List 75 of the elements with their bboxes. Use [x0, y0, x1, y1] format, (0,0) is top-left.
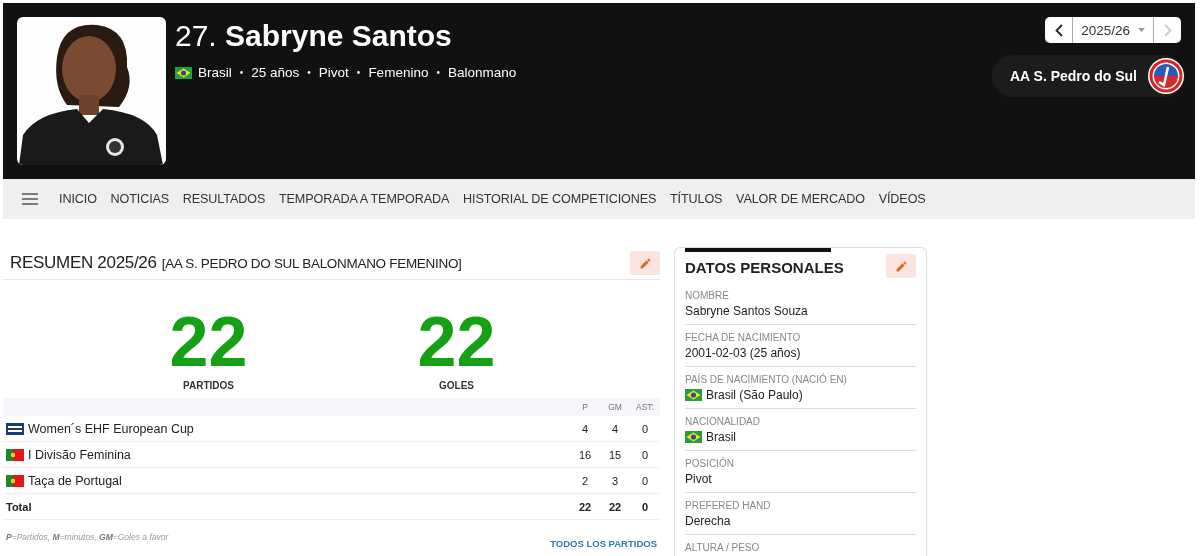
column-header: AST: [630, 398, 660, 416]
field-label: NOMBRE [685, 289, 730, 302]
stat-value: 22 [417, 310, 496, 374]
total-label: Total [3, 493, 570, 520]
meta-text: 25 años [251, 65, 300, 80]
table-cell: 4 [600, 416, 630, 442]
separator-dot: • [307, 67, 311, 78]
meta-text: Pivot [318, 65, 349, 80]
field-value: Derecha [685, 513, 731, 529]
field-value: Pivot [685, 471, 712, 487]
column-header: GM [600, 398, 630, 416]
field-value: Brasil [706, 429, 736, 445]
field-label: NACIONALIDAD [685, 415, 761, 428]
all-matches-link[interactable]: TODOS LOS PARTIDOS [550, 538, 657, 549]
player-name: 27. Sabryne Santos [175, 19, 452, 52]
field-value: Brasil (São Paulo) [706, 387, 803, 403]
table-cell: 0 [630, 441, 660, 468]
column-header: P [570, 398, 600, 416]
meta-text: Femenino [368, 65, 429, 80]
table-cell: 0 [630, 467, 660, 494]
brazil-flag-icon [685, 431, 702, 443]
competition-name[interactable]: Women´s EHF European Cup [28, 421, 194, 436]
field-value: Sabryne Santos Souza [685, 303, 808, 319]
nav-link[interactable]: RESULTADOS [182, 192, 266, 206]
brazil-flag-icon [175, 66, 192, 79]
competition-name[interactable]: Taça de Portugal [28, 473, 122, 488]
table-cell: 2 [570, 467, 600, 494]
caret-down-icon [1138, 28, 1145, 32]
table-cell: 16 [570, 441, 600, 468]
edit-button[interactable] [630, 251, 660, 275]
stat-value: 22 [169, 310, 248, 374]
competition-logo-icon [6, 422, 24, 435]
edit-button[interactable] [886, 254, 916, 278]
field-label: FECHA DE NACIMIENTO [685, 331, 802, 344]
section-subtitle: [AA S. PEDRO DO SUL BALONMANO FEMENINO] [161, 255, 462, 271]
nav-link[interactable]: HISTORIAL DE COMPETICIONES [463, 192, 657, 206]
field-label: PREFERED HAND [685, 499, 772, 512]
table-cell: 15 [600, 441, 630, 468]
meta-text: Brasil [198, 65, 232, 80]
table-cell: 22 [600, 493, 630, 520]
competition-name[interactable]: I Divisão Feminina [28, 447, 131, 462]
nav-link[interactable]: VÍDEOS [878, 192, 926, 206]
menu-icon[interactable] [22, 193, 38, 205]
card-title: DATOS PERSONALES [685, 259, 844, 276]
nav-link[interactable]: NOTICIAS [110, 192, 170, 206]
club-crest-icon [1147, 57, 1185, 95]
chevron-left-icon [1054, 23, 1063, 37]
pencil-icon [894, 259, 908, 273]
separator-dot: • [239, 67, 244, 78]
table-cell: 0 [630, 493, 660, 520]
separator-dot: • [436, 67, 440, 78]
meta-text: Balonmano [447, 65, 517, 80]
pencil-icon [638, 256, 652, 270]
field-value: 2001-02-03 (25 años) [685, 345, 801, 361]
nav-link[interactable]: TEMPORADA A TEMPORADA [278, 192, 450, 206]
separator-dot: • [356, 67, 361, 78]
nav-link[interactable]: TÍTULOS [669, 192, 723, 206]
table-cell: 3 [600, 467, 630, 494]
table-cell: 22 [570, 493, 600, 520]
nav-link[interactable]: INICIO [59, 192, 97, 206]
field-label: PAÍS DE NACIMIENTO (NACIÓ EN) [685, 373, 848, 386]
stat-label: PARTIDOS [183, 380, 234, 391]
portugal-flag-icon [6, 448, 24, 461]
nav-link[interactable]: VALOR DE MERCADO [736, 192, 866, 206]
chevron-right-icon [1163, 23, 1172, 37]
brazil-flag-icon [685, 389, 702, 401]
portugal-flag-icon [6, 474, 24, 487]
stat-label: GOLES [439, 380, 474, 391]
table-cell: 0 [630, 416, 660, 442]
section-title: RESUMEN 2025/26 [10, 253, 157, 273]
legend-text: P=Partidos, M=minutos, GM=Goles a favor [6, 532, 169, 544]
table-cell: 4 [570, 416, 600, 442]
field-label: POSICIÓN [685, 457, 735, 470]
club-link[interactable]: AA S. Pedro do Sul [991, 55, 1185, 97]
field-label: ALTURA / PESO [685, 541, 761, 554]
